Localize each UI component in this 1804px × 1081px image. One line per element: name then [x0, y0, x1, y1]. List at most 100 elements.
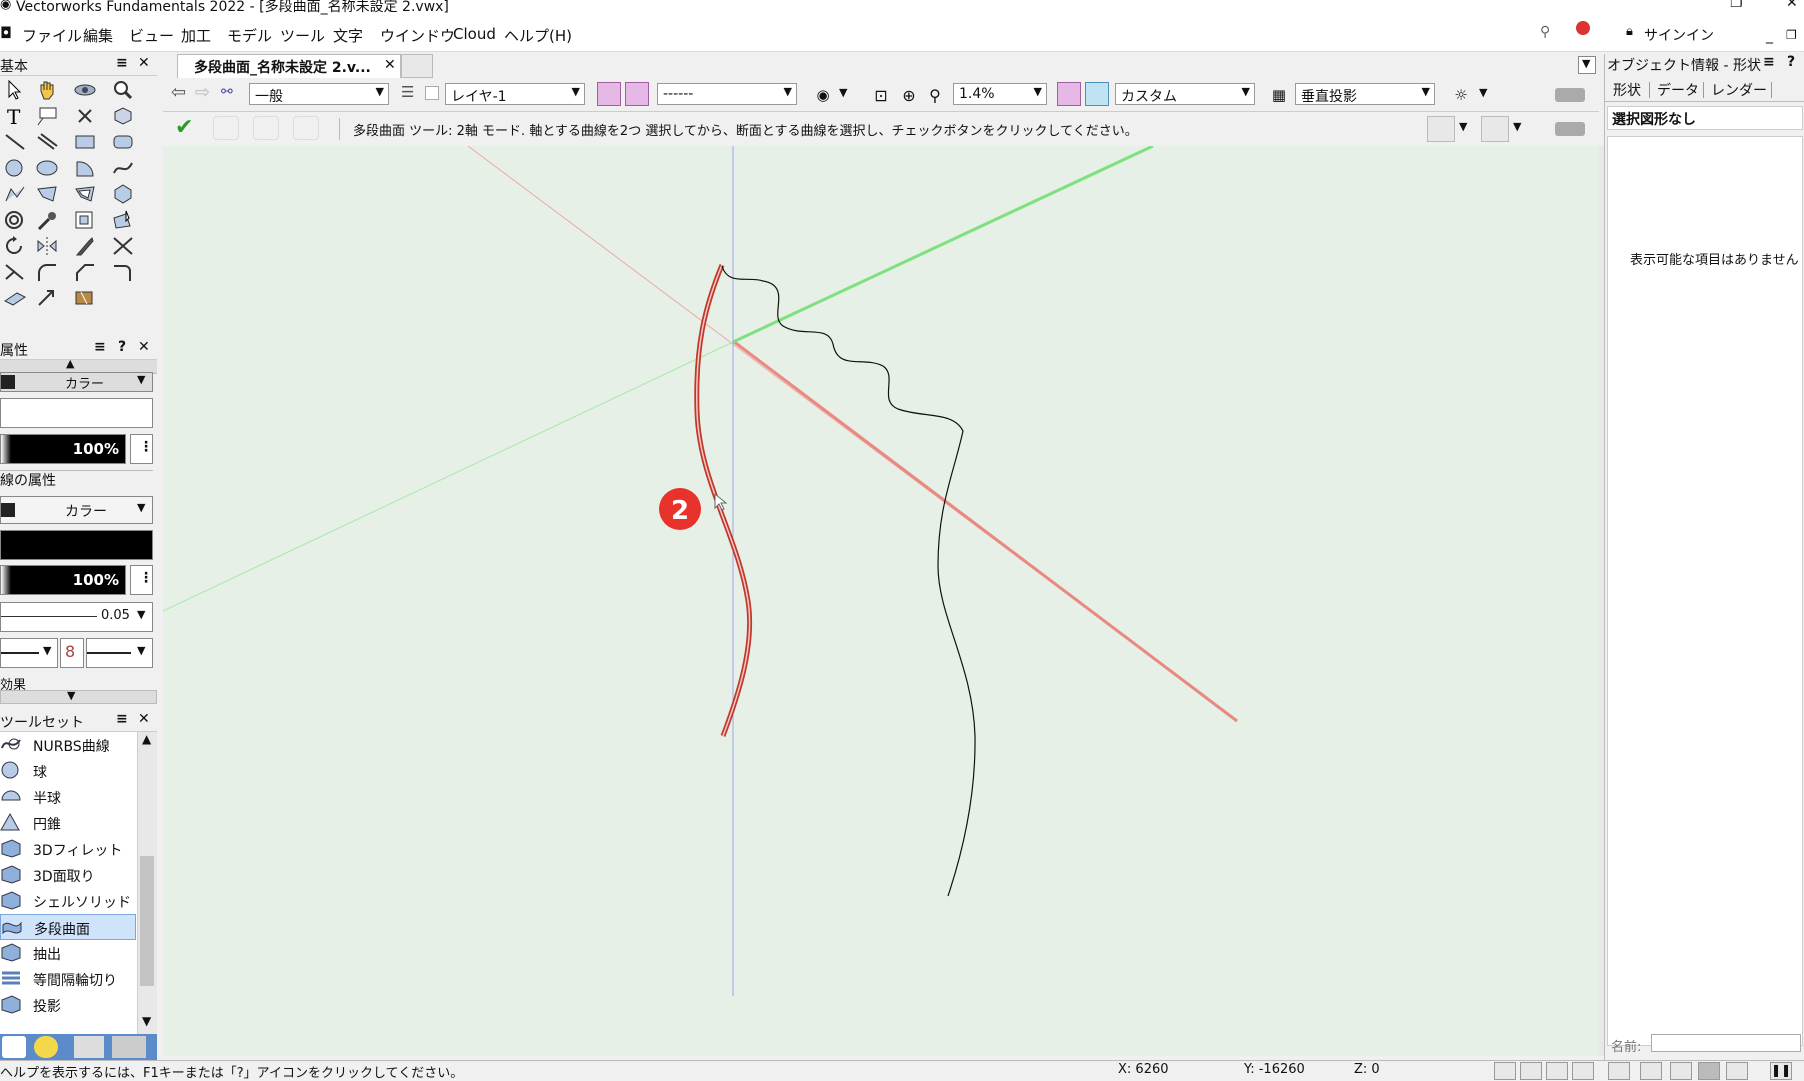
class-icon[interactable]: ⚯ [221, 84, 233, 100]
menu-icon[interactable]: ≡ [94, 339, 106, 355]
chevron-down-icon[interactable]: ▼ [1479, 86, 1487, 99]
marker-link-toggle[interactable]: 8 [60, 638, 84, 668]
layer-options-icon[interactable] [597, 82, 621, 106]
restore-icon[interactable]: ❐ [1730, 0, 1743, 11]
toolset-tab-visualization-icon[interactable] [34, 1036, 58, 1058]
pan-tool-icon[interactable] [32, 78, 62, 102]
menu-edit[interactable]: 編集 [83, 25, 113, 46]
close-icon[interactable]: ✕ [1786, 0, 1798, 11]
delete-tool-icon[interactable] [70, 104, 100, 128]
freehand-tool-icon[interactable] [108, 156, 138, 180]
toolset-tab-dimension-icon[interactable] [74, 1036, 104, 1058]
effects-expand-bar[interactable]: ▼ [0, 689, 157, 704]
close-icon[interactable]: ✕ [384, 57, 396, 73]
toolset-item-sphere[interactable]: 球 [0, 758, 136, 784]
fill-opacity-menu[interactable]: ⋮ [130, 434, 153, 464]
line-thickness-select[interactable]: 0.05 ▼ [0, 602, 153, 632]
menu-window[interactable]: ウインドウ [380, 25, 455, 46]
fillet-tool-icon[interactable] [32, 260, 62, 284]
render-mode-icon[interactable] [1085, 82, 1109, 106]
line-color-box[interactable] [0, 530, 153, 560]
text-tool-icon[interactable]: T [0, 104, 30, 128]
checkmark-icon[interactable]: ✔ [175, 115, 193, 140]
tab-shape[interactable]: 形状 [1613, 80, 1641, 100]
snap-angle-icon[interactable] [1546, 1062, 1568, 1080]
toolset-item-contour[interactable]: 等間隔輪切り [0, 966, 136, 992]
menu-file[interactable]: ファイル [22, 25, 82, 46]
arc-tool-icon[interactable] [70, 156, 100, 180]
snap-grid-icon[interactable] [1494, 1062, 1516, 1080]
spiral-tool-icon[interactable] [0, 208, 30, 232]
pick-tool-icon[interactable] [70, 234, 100, 258]
3d-tool-icon[interactable] [108, 104, 138, 128]
zoom-select[interactable]: 1.4% ▼ [953, 83, 1047, 105]
name-field[interactable] [1651, 1034, 1801, 1052]
pause-icon[interactable]: ❚❚ [1770, 1062, 1792, 1080]
line-style-select[interactable]: ------ ▼ [657, 83, 797, 105]
mode-2-icon[interactable] [253, 116, 279, 140]
connect-tool-icon[interactable] [108, 260, 138, 284]
menu-icon[interactable]: ≡ [1763, 54, 1775, 70]
close-icon[interactable]: ✕ [138, 711, 150, 727]
link-icon[interactable]: 8 [65, 642, 75, 661]
toolset-item-cone[interactable]: 円錐 [0, 810, 136, 836]
snap-point-icon[interactable] [1698, 1062, 1720, 1080]
trim-tool-icon[interactable] [108, 234, 138, 258]
toolset-item-hemisphere[interactable]: 半球 [0, 784, 136, 810]
chamfer-tool-icon[interactable] [70, 260, 100, 284]
callout-tool-icon[interactable] [32, 104, 62, 128]
back-arrow-icon[interactable]: ⇦ [171, 82, 186, 103]
document-icon[interactable]: ◘ [0, 24, 12, 42]
split-tool-icon[interactable] [0, 260, 30, 284]
rounded-rectangle-tool-icon[interactable] [108, 130, 138, 154]
eyedropper-tool-icon[interactable] [32, 208, 62, 232]
mirror-tool-icon[interactable] [32, 234, 62, 258]
snap-options-icon[interactable] [1481, 116, 1509, 142]
class-select[interactable]: 一般 ▼ [249, 83, 389, 105]
reshape-tool-icon[interactable] [108, 208, 138, 232]
chevron-up-icon[interactable]: ▲ [142, 732, 151, 746]
flyover-tool-icon[interactable] [70, 78, 100, 102]
zoom-icon[interactable]: ⚲ [923, 83, 947, 107]
layer-select[interactable]: レイヤ-1 ▼ [445, 83, 585, 105]
chevron-down-icon[interactable]: ▼ [1513, 120, 1521, 133]
new-document-tab[interactable] [401, 54, 433, 78]
help-icon[interactable]: ? [1787, 54, 1795, 70]
menu-tools[interactable]: ツール [280, 25, 325, 46]
mode-1-icon[interactable] [213, 116, 239, 140]
chevron-down-icon[interactable]: ▼ [1459, 120, 1467, 133]
help-icon[interactable]: ? [118, 339, 126, 355]
rectangle-tool-icon[interactable] [70, 130, 100, 154]
toolset-tab-3d-icon[interactable] [2, 1036, 26, 1058]
class-options-icon[interactable] [625, 82, 649, 106]
toolset-item-extract[interactable]: 抽出 [0, 940, 136, 966]
mode-3-icon[interactable] [293, 116, 319, 140]
toolset-tab-building-icon[interactable] [112, 1036, 146, 1058]
menu-view[interactable]: ビュー [129, 25, 174, 46]
mode-bar-more-icon[interactable] [1555, 122, 1585, 136]
menu-icon[interactable]: ≡ [116, 55, 128, 71]
view-options-icon[interactable]: ◉ [811, 83, 835, 107]
double-polygon-tool-icon[interactable] [70, 182, 100, 206]
rotate-tool-icon[interactable] [0, 234, 30, 258]
snap-plane-icon[interactable] [1726, 1062, 1748, 1080]
menu-help[interactable]: ヘルプ(H) [504, 25, 572, 46]
snap-intersection-icon[interactable] [1572, 1062, 1594, 1080]
toolset-item-3d-chamfer[interactable]: 3D面取り [0, 862, 136, 888]
attribute-mapping-tool-icon[interactable] [70, 286, 100, 310]
document-tab[interactable]: 多段曲面_名称未設定 2.v... ✕ [177, 54, 401, 78]
restore-doc-icon[interactable]: ❐ [1786, 28, 1797, 42]
view-bar-more-icon[interactable] [1555, 88, 1585, 102]
line-type-select[interactable]: カラー ▼ [0, 496, 153, 524]
snap-icon[interactable] [1427, 116, 1455, 142]
close-icon[interactable]: ✕ [138, 339, 150, 355]
regular-polygon-tool-icon[interactable] [108, 182, 138, 206]
layer-visibility-icon[interactable] [425, 86, 439, 100]
minimize-icon[interactable]: _ [1766, 28, 1773, 44]
fit-to-window-icon[interactable]: ⊡ [869, 83, 893, 107]
document-tabs-menu[interactable]: ▼ [1578, 56, 1596, 74]
more-icon[interactable]: ⋮ [139, 439, 153, 455]
close-icon[interactable]: ✕ [138, 55, 150, 71]
snap-distance-icon[interactable] [1608, 1062, 1630, 1080]
projection-select[interactable]: 垂直投影 ▼ [1295, 83, 1435, 105]
